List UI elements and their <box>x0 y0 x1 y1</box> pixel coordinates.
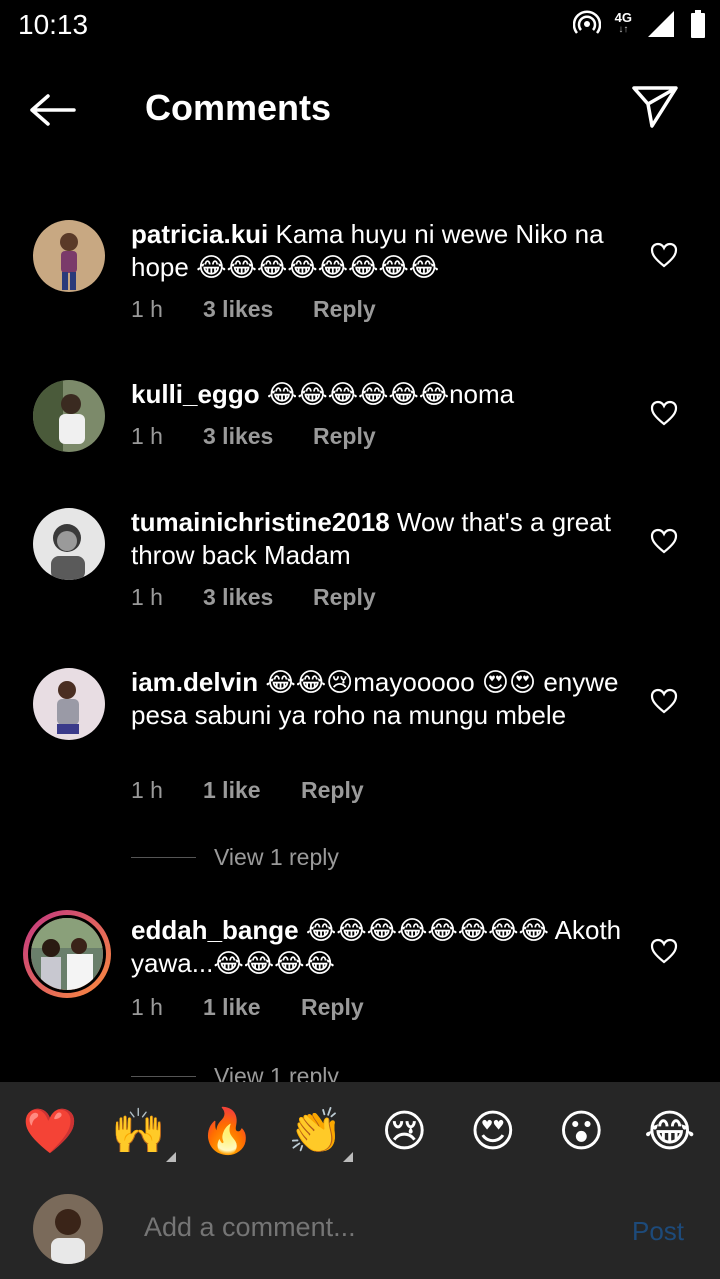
emoji-surprised-face[interactable]: 😮 <box>550 1102 612 1162</box>
status-icons: 4G ↓↑ <box>572 10 706 38</box>
reply-button[interactable]: Reply <box>301 777 364 804</box>
comment-time: 1 h <box>131 296 163 322</box>
comment-text: iam.delvin 😂😂😢mayooooo 😍😍 enywe pesa sab… <box>131 666 631 732</box>
view-replies-label: View 1 reply <box>214 844 339 870</box>
comment-time: 1 h <box>131 994 163 1020</box>
emoji-fire[interactable]: 🔥 <box>196 1102 258 1162</box>
comment-meta: 1 h 1 like Reply <box>131 777 364 804</box>
status-bar: 10:13 4G ↓↑ <box>0 0 720 50</box>
comment-meta: 1 h 3 likes Reply <box>131 423 376 450</box>
emoji-heart[interactable]: ❤️ <box>19 1102 81 1162</box>
battery-icon <box>691 10 705 38</box>
divider-line <box>131 1076 196 1077</box>
comment-username[interactable]: eddah_bange <box>131 915 299 945</box>
header: Comments <box>0 70 720 150</box>
status-time: 10:13 <box>18 9 89 40</box>
emoji-tears-of-joy[interactable]: 😂 <box>639 1102 701 1162</box>
emoji-heart-eyes[interactable]: 😍 <box>462 1102 524 1162</box>
comment-username[interactable]: tumainichristine2018 <box>131 507 390 537</box>
page-title: Comments <box>145 87 332 128</box>
reply-button[interactable]: Reply <box>301 994 364 1021</box>
current-user-avatar <box>33 1194 103 1264</box>
comment-username[interactable]: iam.delvin <box>131 667 258 697</box>
comment-message: 😂😂😂😂😂😂noma <box>266 379 515 409</box>
reply-button[interactable]: Reply <box>313 584 376 611</box>
divider-line <box>131 857 196 858</box>
comment-likes[interactable]: 3 likes <box>203 584 313 611</box>
comment-text: kulli_eggo 😂😂😂😂😂😂noma <box>131 378 631 411</box>
emoji-clapping-hands[interactable]: 👏 <box>285 1102 353 1162</box>
share-button[interactable] <box>630 84 684 136</box>
emoji-crying-face[interactable]: 😢 <box>373 1102 435 1162</box>
back-button[interactable] <box>28 86 84 134</box>
comment-likes[interactable]: 1 like <box>203 777 301 804</box>
comment-text: eddah_bange 😂😂😂😂😂😂😂😂 Akoth yawa...😂😂😂😂 <box>131 914 631 980</box>
avatar-with-story[interactable] <box>23 910 111 998</box>
comment-text: patricia.kui Kama huyu ni wewe Niko na h… <box>131 218 631 284</box>
comment-username[interactable]: kulli_eggo <box>131 379 260 409</box>
view-replies-button[interactable]: View 1 reply <box>131 1063 339 1082</box>
view-replies-button[interactable]: View 1 reply <box>131 844 339 871</box>
comment-time: 1 h <box>131 423 163 449</box>
avatar[interactable] <box>33 220 105 292</box>
emoji-raising-hands[interactable]: 🙌 <box>108 1102 176 1162</box>
hotspot-icon <box>572 10 601 34</box>
comment-likes[interactable]: 3 likes <box>203 296 313 323</box>
emoji-reaction-bar: ❤️ 🙌 🔥 👏 😢 😍 😮 😂 <box>0 1082 720 1182</box>
comment-input[interactable] <box>144 1212 604 1243</box>
skin-tone-indicator <box>342 1152 353 1162</box>
network-label: 4G ↓↑ <box>614 10 632 35</box>
comment-likes[interactable]: 1 like <box>203 994 301 1021</box>
signal-icon <box>648 11 674 37</box>
comment-text: tumainichristine2018 Wow that's a great … <box>131 506 631 572</box>
heart-icon[interactable] <box>650 938 678 964</box>
comment-meta: 1 h 1 like Reply <box>131 994 364 1021</box>
comment-composer: Post <box>0 1182 720 1279</box>
post-button[interactable]: Post <box>632 1216 684 1247</box>
heart-icon[interactable] <box>650 688 678 714</box>
paper-plane-icon <box>632 86 678 128</box>
skin-tone-indicator <box>165 1152 176 1162</box>
heart-icon[interactable] <box>650 242 678 268</box>
comment-time: 1 h <box>131 777 163 803</box>
comment-username[interactable]: patricia.kui <box>131 219 268 249</box>
reply-button[interactable]: Reply <box>313 423 376 450</box>
heart-icon[interactable] <box>650 528 678 554</box>
avatar[interactable] <box>33 380 105 452</box>
heart-icon[interactable] <box>650 400 678 426</box>
arrow-left-icon <box>30 94 76 126</box>
reply-button[interactable]: Reply <box>313 296 376 323</box>
comment-meta: 1 h 3 likes Reply <box>131 296 376 323</box>
avatar[interactable] <box>33 508 105 580</box>
view-replies-label: View 1 reply <box>214 1063 339 1082</box>
comments-list[interactable]: patricia.kui Kama huyu ni wewe Niko na h… <box>0 190 720 1082</box>
avatar[interactable] <box>33 668 105 740</box>
comment-likes[interactable]: 3 likes <box>203 423 313 450</box>
comment-time: 1 h <box>131 584 163 610</box>
comment-meta: 1 h 3 likes Reply <box>131 584 376 611</box>
